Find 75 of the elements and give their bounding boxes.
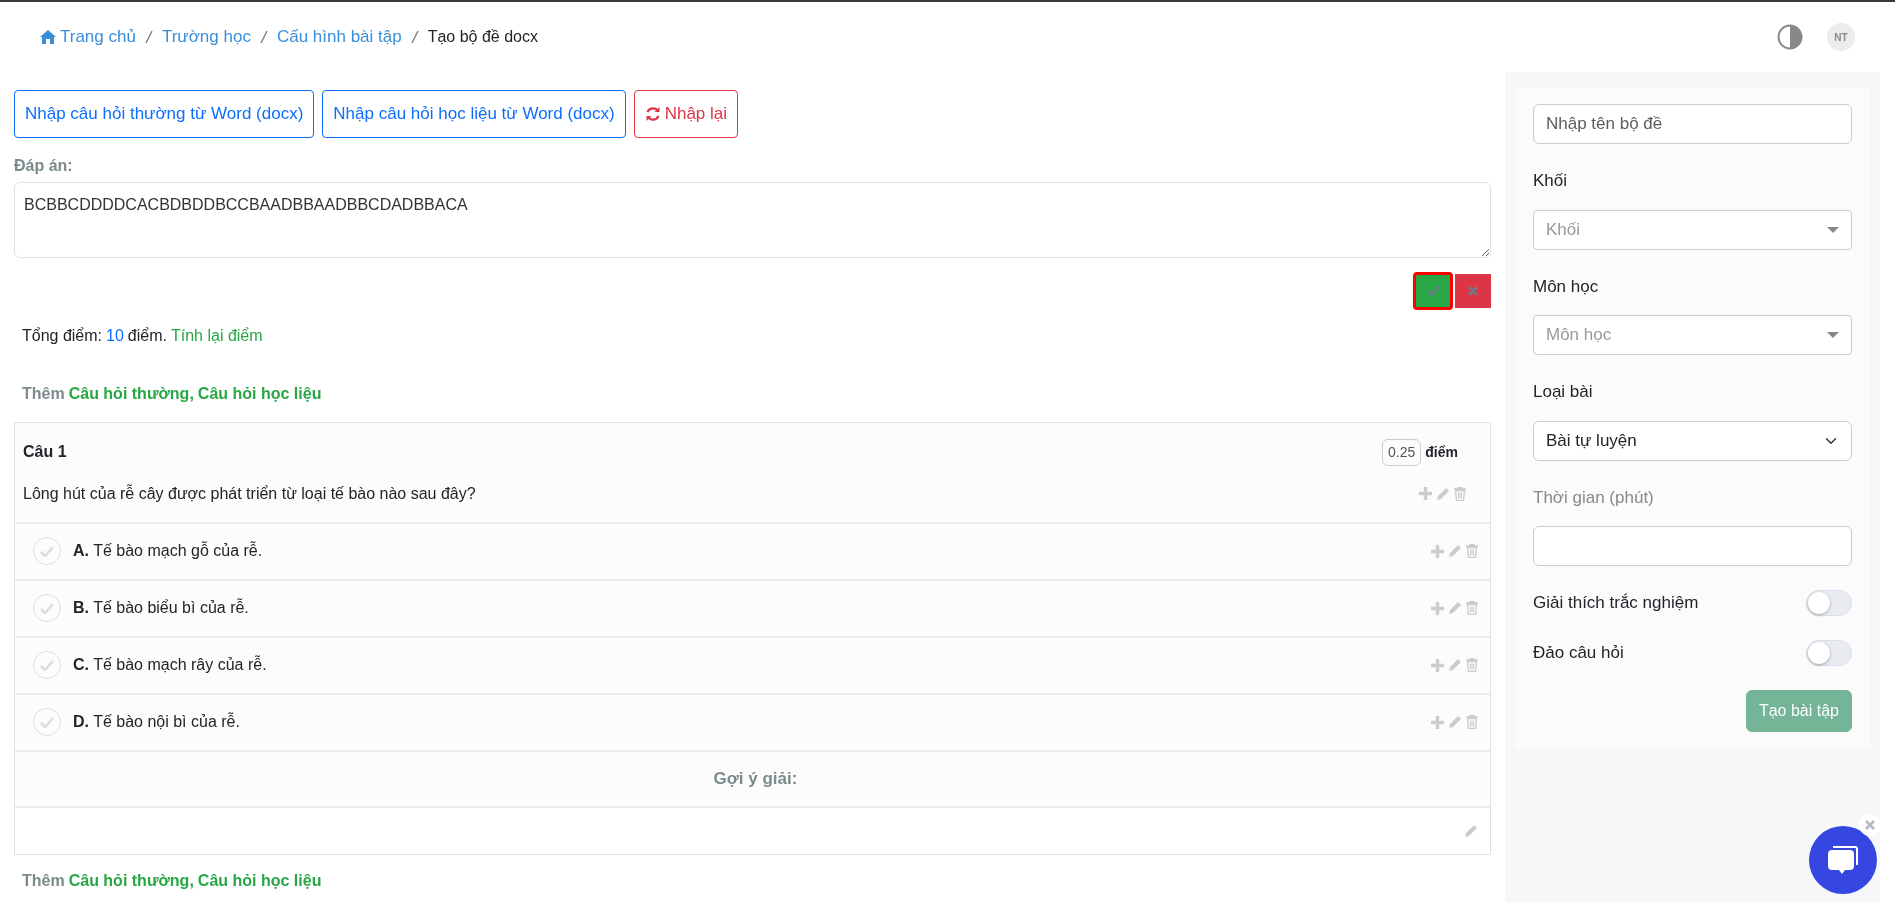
points-unit: điểm. [127,325,167,346]
separator-comma: , [189,870,194,891]
caret-icon [1827,332,1839,338]
add-question-link[interactable]: Câu hỏi thường [68,381,190,406]
contrast-icon [1777,24,1803,50]
trash-icon [1466,715,1478,729]
import-button[interactable]: Nhập câu hỏi học liệu từ Word (docx) [322,90,626,138]
option-text: A. Tế bào mạch gỗ của rễ. [73,540,263,561]
option-text: B. Tế bào biểu bì của rễ. [73,597,249,618]
close-icon [1468,285,1478,296]
plus-icon [1419,487,1432,500]
option-text: D. Tế bào nội bì của rễ. [73,711,240,732]
toggle-switch[interactable] [1806,640,1852,666]
add-question-link[interactable]: Câu hỏi thường [68,868,190,893]
trash-icon [1466,544,1478,558]
question-title: Câu 1 [23,442,67,462]
separator-comma: , [189,383,194,404]
user-avatar[interactable]: NT [1827,23,1855,51]
slash-separator [144,29,153,45]
plus-icon [1431,544,1444,558]
toggle-label: Giải thích trắc nghiệm [1533,592,1699,615]
breadcrumb-current: Tạo bộ đề docx [427,27,538,47]
total-points: 10 [106,325,124,346]
field-label: Thời gian (phút) [1533,486,1655,509]
hint-label: Gợi ý giải: [713,767,798,790]
breadcrumb-link[interactable]: Cấu hình bài tập [276,24,402,50]
caret-icon [1827,226,1839,233]
check-icon [40,716,54,728]
close-icon [1865,820,1875,830]
toggle-label: Đảo câu hỏi [1533,642,1624,665]
answer-key-field[interactable]: BCBBCDDDDCACBDBDDBCCBAADBBAADBBCDADBBACA [14,181,1491,258]
import-button[interactable]: Nhập câu hỏi thường từ Word (docx) [14,90,315,138]
cancel-button[interactable] [1455,273,1491,308]
check-icon [1426,285,1440,296]
select-field[interactable]: Bài tự luyện [1533,420,1852,461]
field-label: Loại bài [1533,381,1594,403]
name-field[interactable]: Nhập tên bộ đề [1533,104,1852,144]
plus-icon [1431,658,1444,672]
pencil-icon [1448,658,1462,672]
trash-icon [1466,658,1478,672]
field-label: Khối [1533,170,1569,192]
plus-icon [1431,601,1444,615]
score-unit: điểm [1425,442,1458,462]
toggle-switch[interactable] [1806,590,1852,616]
check-icon [40,602,54,614]
breadcrumb-link[interactable]: Trang chủ [40,24,136,50]
add-question-link[interactable]: Câu hỏi học liệu [197,868,322,893]
add-label: Thêm [22,870,65,891]
total-label: Tổng điểm: [22,325,103,346]
slash-separator [259,29,268,45]
pencil-icon [1448,544,1462,558]
breadcrumb-link[interactable]: Trường học [161,24,251,50]
add-question-link[interactable]: Câu hỏi học liệu [197,381,322,406]
option-text: C. Tế bào mạch rây của rễ. [73,654,267,675]
recalculate-link[interactable]: Tính lại điểm [170,323,263,348]
select-field[interactable]: Môn học [1533,315,1852,355]
pencil-icon [1448,601,1462,615]
home-icon [40,30,56,44]
plus-icon [1431,715,1444,729]
pencil-icon [1436,486,1450,501]
refresh-icon [644,105,661,122]
question-text: Lông hút của rễ cây được phát triển từ loại tế bào nào sau đây? [23,483,476,504]
score-field[interactable]: 0.25 [1382,438,1422,466]
answer-key-label: Đáp án: [14,155,74,176]
reset-button[interactable]: Nhập lại [633,90,739,138]
select-field[interactable]: Khối [1533,209,1852,250]
slash-separator [410,29,419,45]
check-icon [40,659,54,671]
trash-icon [1466,601,1478,615]
pencil-icon [1448,715,1462,729]
field-label: Môn học [1533,275,1600,298]
check-icon [40,545,54,557]
pencil-icon [1464,823,1478,838]
trash-icon [1454,486,1466,501]
add-label: Thêm [22,383,65,404]
